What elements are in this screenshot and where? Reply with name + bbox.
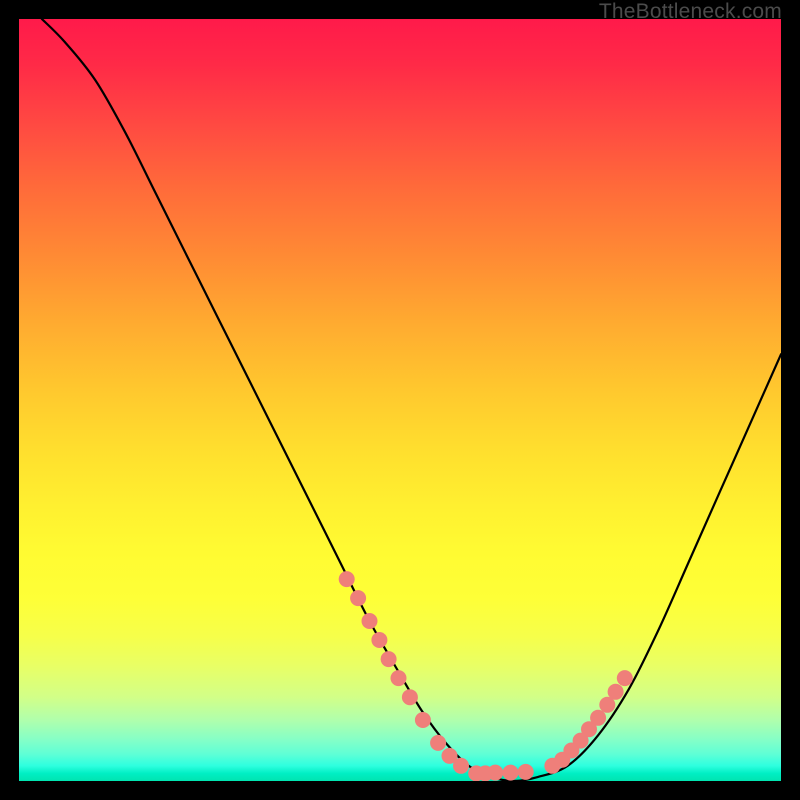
plot-area: [19, 19, 781, 781]
data-dot: [339, 571, 355, 587]
data-dot: [402, 689, 418, 705]
data-dot: [617, 670, 633, 686]
right-arm-dots: [468, 670, 633, 781]
watermark-text: TheBottleneck.com: [599, 0, 782, 24]
bottleneck-curve: [42, 19, 781, 781]
data-dot: [590, 710, 606, 726]
data-dot: [350, 590, 366, 606]
data-dot: [487, 765, 503, 781]
data-dot: [430, 735, 446, 751]
left-arm-dots: [339, 571, 469, 774]
data-dot: [453, 758, 469, 774]
data-dot: [503, 765, 519, 781]
data-dot: [391, 670, 407, 686]
data-dot: [371, 632, 387, 648]
chart-stage: TheBottleneck.com: [0, 0, 800, 800]
data-dot: [415, 712, 431, 728]
data-dot: [362, 613, 378, 629]
chart-svg: [19, 19, 781, 781]
data-dot: [381, 651, 397, 667]
data-dot: [608, 684, 624, 700]
data-dot: [518, 764, 534, 780]
